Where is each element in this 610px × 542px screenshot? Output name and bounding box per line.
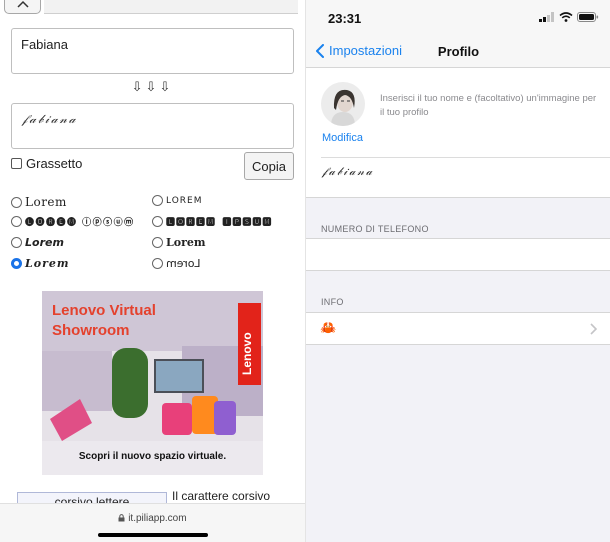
style-option-bold-gothic[interactable]: Lorem xyxy=(152,236,206,249)
ad-title: Lenovo Virtual Showroom xyxy=(52,302,156,339)
converted-text-output[interactable]: 𝒻𝒶𝒷𝒾𝒶𝓃𝒶 xyxy=(11,103,294,149)
phone-number-cell[interactable] xyxy=(306,238,610,271)
divider xyxy=(321,157,610,158)
lock-icon xyxy=(118,514,125,522)
style-label: Lorem xyxy=(25,236,64,249)
style-option-script[interactable]: Lorem xyxy=(11,257,70,270)
convert-arrows: ⇩⇩⇩ xyxy=(131,80,174,95)
signal-icon xyxy=(539,12,554,22)
crab-emoji: 🦀 xyxy=(320,320,337,335)
style-label: Lorem xyxy=(166,257,201,270)
profile-name-field[interactable]: 𝒻𝒶𝒷𝒾𝒶𝓃𝒶 xyxy=(322,165,374,179)
status-bar: 23:31 xyxy=(306,0,610,34)
page-top-strip xyxy=(44,0,298,14)
lenovo-logo: Lenovo xyxy=(238,303,261,385)
article-text: Il carattere corsivo xyxy=(172,489,271,503)
style-label: Lorem xyxy=(25,257,70,270)
browser-url-bar[interactable]: it.piliapp.com xyxy=(0,503,305,542)
web-page-panel: Fabiana ⇩⇩⇩ 𝒻𝒶𝒷𝒾𝒶𝓃𝒶 Grassetto Copia Lore… xyxy=(0,0,305,542)
edit-photo-button[interactable]: Modifica xyxy=(322,132,363,144)
home-indicator[interactable] xyxy=(98,533,208,537)
radio-button[interactable] xyxy=(11,196,22,208)
copy-button[interactable]: Copia xyxy=(244,152,294,180)
style-option-gothic[interactable]: Lorem xyxy=(11,195,67,209)
style-option-bold-italic[interactable]: Lorem xyxy=(11,236,64,249)
avatar[interactable] xyxy=(321,82,365,126)
info-cell[interactable]: 🦀 xyxy=(306,312,610,345)
navigation-bar: Impostazioni Profilo xyxy=(306,34,610,68)
radio-button[interactable] xyxy=(152,195,163,206)
style-label: 🅻🅾🆁🅴🅼 🅸🅿🆂🆄🅼 xyxy=(166,218,273,228)
style-label: Lorem xyxy=(166,236,206,249)
profile-hint: Inserisci il tuo nome e (facoltativo) un… xyxy=(380,93,597,118)
chevron-right-icon xyxy=(590,323,597,335)
style-option-circled[interactable]: 🅛🅞🅡🅔🅜 ⓘⓟⓢⓤⓜ xyxy=(11,215,135,228)
battery-icon xyxy=(577,12,599,22)
status-icons xyxy=(539,12,599,22)
clock: 23:31 xyxy=(328,11,362,26)
info-section-header: INFO xyxy=(321,297,344,307)
style-option-mirrored[interactable]: Lorem xyxy=(152,257,200,270)
style-label: LOREM xyxy=(166,195,203,206)
style-label: Lorem xyxy=(25,195,67,209)
style-option-small-caps[interactable]: LOREM xyxy=(152,195,202,206)
url-display[interactable]: it.piliapp.com xyxy=(0,513,305,524)
bold-checkbox-row[interactable]: Grassetto xyxy=(11,156,82,171)
style-label: 🅛🅞🅡🅔🅜 ⓘⓟⓢⓤⓜ xyxy=(25,218,135,228)
chevron-up-icon xyxy=(16,0,29,8)
source-text-input[interactable]: Fabiana xyxy=(11,28,294,74)
radio-button-selected[interactable] xyxy=(11,258,22,269)
phone-section-header: NUMERO DI TELEFONO xyxy=(321,224,429,234)
ad-banner[interactable]: Lenovo Virtual Showroom Lenovo Scopri il… xyxy=(42,291,263,475)
ios-profile-panel: 23:31 Impostazioni Profilo Inserisci il … xyxy=(305,0,610,542)
radio-button[interactable] xyxy=(152,216,163,227)
bold-checkbox[interactable] xyxy=(11,158,22,169)
radio-button[interactable] xyxy=(11,237,22,248)
collapse-button[interactable] xyxy=(4,0,41,14)
bold-label: Grassetto xyxy=(26,156,83,171)
profile-card: Inserisci il tuo nome e (facoltativo) un… xyxy=(306,68,610,198)
radio-button[interactable] xyxy=(11,216,22,227)
radio-button[interactable] xyxy=(152,237,163,248)
page-title: Profilo xyxy=(437,44,480,59)
url-text: it.piliapp.com xyxy=(128,513,187,524)
ad-caption: Scopri il nuovo spazio virtuale. xyxy=(78,451,227,462)
radio-button[interactable] xyxy=(152,258,163,269)
profile-photo xyxy=(321,82,365,126)
style-option-squared[interactable]: 🅻🅾🆁🅴🅼 🅸🅿🆂🆄🅼 xyxy=(152,215,272,228)
wifi-icon xyxy=(559,12,573,22)
